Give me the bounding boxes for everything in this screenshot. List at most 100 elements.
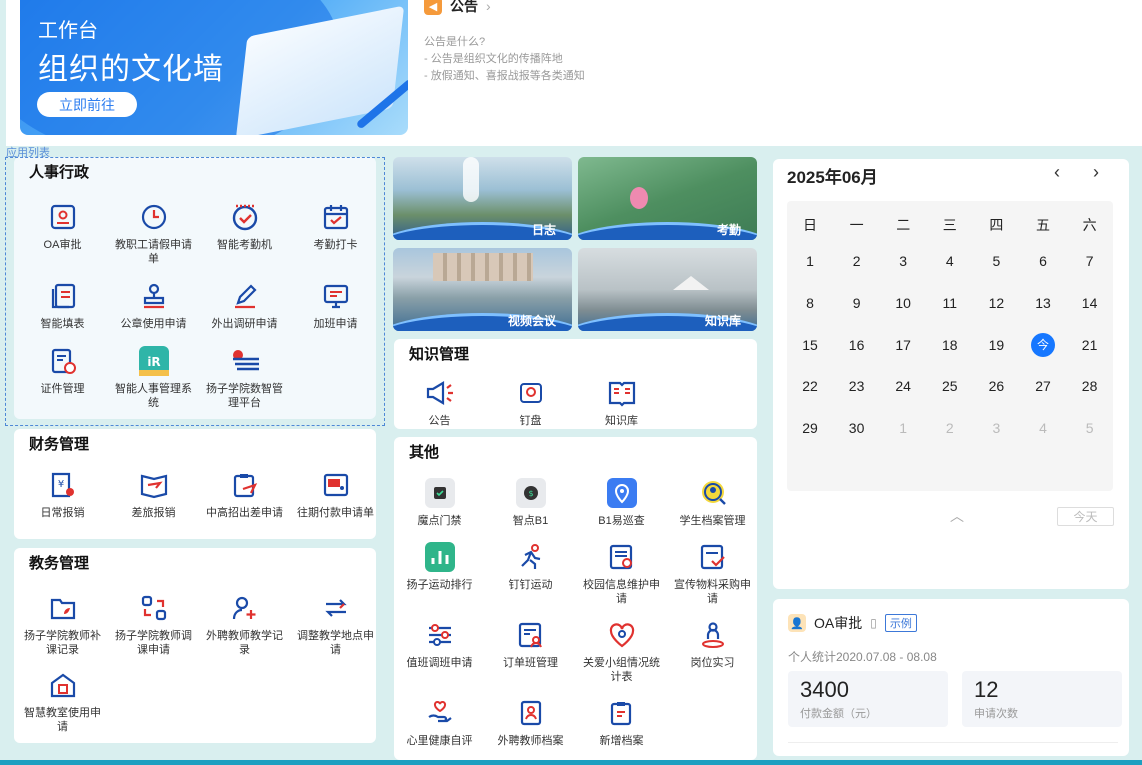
app-overtime[interactable]: 加班申请 <box>290 280 381 331</box>
calendar-day[interactable]: 27 <box>1020 378 1066 394</box>
app-announcement[interactable]: 公告 <box>394 377 485 428</box>
app-mental-health[interactable]: 心里健康自评 <box>394 697 485 748</box>
hr-admin-card: 人事行政 OA审批 教职工请假申请单 智能考勤机 考勤打卡 智能填表 公章使用申… <box>14 157 376 419</box>
app-new-archive[interactable]: 新增档案 <box>576 697 667 748</box>
app-external-teacher-record[interactable]: 外聘教师教学记录 <box>199 592 290 657</box>
tile-knowledge-base[interactable]: 知识库 <box>578 248 757 331</box>
app-smart-classroom[interactable]: 智慧教室使用申请 <box>17 669 108 734</box>
document-gear-icon <box>606 541 638 573</box>
calendar-day[interactable]: 24 <box>880 378 926 394</box>
app-label: 智点B1 <box>512 515 549 527</box>
app-campus-info[interactable]: 校园信息维护申请 <box>576 541 667 606</box>
calendar-day[interactable]: 9 <box>834 295 880 311</box>
calendar-day[interactable]: 12 <box>973 295 1019 311</box>
app-attendance-machine[interactable]: 智能考勤机 <box>199 201 290 266</box>
calendar-day[interactable]: 10 <box>880 295 926 311</box>
app-leave-request[interactable]: 教职工请假申请单 <box>108 201 199 266</box>
app-zhidian-b1[interactable]: $ 智点B1 <box>485 477 576 528</box>
ranking-bars-icon <box>424 541 456 573</box>
app-smart-hr-system[interactable]: iR 智能人事管理系统 <box>108 345 199 410</box>
app-makeup-class[interactable]: 扬子学院教师补课记录 <box>17 592 108 657</box>
app-student-archive[interactable]: 学生档案管理 <box>667 477 758 528</box>
app-daily-reimbursement[interactable]: ¥ 日常报销 <box>17 469 108 520</box>
calendar-day[interactable]: 11 <box>927 295 973 311</box>
app-outing-research[interactable]: 外出调研申请 <box>199 280 290 331</box>
weekday-label: 五 <box>1036 217 1050 233</box>
calendar-day[interactable]: 2 <box>834 253 880 269</box>
calendar-day[interactable]: 18 <box>927 337 973 353</box>
app-seal-usage[interactable]: 公章使用申请 <box>108 280 199 331</box>
app-label: 新增档案 <box>599 735 644 747</box>
app-modian-access[interactable]: 魔点门禁 <box>394 477 485 528</box>
plane-book-icon <box>138 469 170 501</box>
app-smart-form[interactable]: 智能填表 <box>17 280 108 331</box>
collapse-chevron-up-icon[interactable]: ︿ <box>950 506 964 526</box>
calendar-day[interactable]: 17 <box>880 337 926 353</box>
app-oa-approval[interactable]: OA审批 <box>17 201 108 266</box>
app-dingpan[interactable]: 钉盘 <box>485 377 576 428</box>
app-business-trip[interactable]: 中高招出差申请 <box>199 469 290 520</box>
app-knowledge-base[interactable]: 知识库 <box>576 377 667 428</box>
app-external-teacher-archive[interactable]: 外聘教师档案 <box>485 697 576 748</box>
calendar-day[interactable]: 13 <box>1020 295 1066 311</box>
app-travel-reimbursement[interactable]: 差旅报销 <box>108 469 199 520</box>
other-card: 其他 魔点门禁 $ 智点B1 B1易巡查 学生档案管理 扬子运动排行 钉钉运动 … <box>394 437 757 760</box>
calendar-day[interactable]: 26 <box>973 378 1019 394</box>
app-prior-payment[interactable]: 往期付款申请单 <box>290 469 381 520</box>
calendar-day[interactable]: 8 <box>787 295 833 311</box>
app-order-class[interactable]: 订单班管理 <box>485 619 576 684</box>
calendar-day[interactable]: 4 <box>927 253 973 269</box>
app-internship[interactable]: 岗位实习 <box>667 619 758 684</box>
app-sports-ranking[interactable]: 扬子运动排行 <box>394 541 485 606</box>
app-digital-platform[interactable]: 扬子学院数智管理平台 <box>199 345 290 410</box>
app-dingtalk-sports[interactable]: 钉钉运动 <box>485 541 576 606</box>
placeholder-box-icon: ▯ <box>870 616 877 630</box>
app-label: 智能考勤机 <box>217 239 272 251</box>
calendar-day-other-month[interactable]: 4 <box>1020 420 1066 436</box>
next-month-chevron-right-icon[interactable]: › <box>1093 162 1099 183</box>
calendar-day[interactable]: 22 <box>787 378 833 394</box>
tile-journal[interactable]: 日志 <box>393 157 572 240</box>
app-duty-swap[interactable]: 值班调班申请 <box>394 619 485 684</box>
chevron-right-icon[interactable]: › <box>486 0 491 14</box>
calendar-day[interactable]: 15 <box>787 337 833 353</box>
calendar-day-other-month[interactable]: 3 <box>973 420 1019 436</box>
culture-wall-banner[interactable]: 工作台 组织的文化墙 立即前往 <box>20 0 408 135</box>
go-now-button[interactable]: 立即前往 <box>37 92 137 117</box>
app-certificate[interactable]: 证件管理 <box>17 345 108 410</box>
prev-month-chevron-left-icon[interactable]: ‹ <box>1054 162 1060 183</box>
calendar-day[interactable]: 3 <box>880 253 926 269</box>
calendar-day[interactable]: 6 <box>1020 253 1066 269</box>
calendar-day[interactable]: 19 <box>973 337 1019 353</box>
app-clock-in[interactable]: 考勤打卡 <box>290 201 381 266</box>
calendar-day[interactable]: 23 <box>834 378 880 394</box>
app-care-group[interactable]: 关爱小组情况统计表 <box>576 619 667 684</box>
calendar-day[interactable]: 7 <box>1067 253 1113 269</box>
app-promo-purchase[interactable]: 宣传物料采购申请 <box>667 541 758 606</box>
example-tag[interactable]: 示例 <box>884 614 917 632</box>
calendar-day[interactable]: 5 <box>973 253 1019 269</box>
app-label: 公告 <box>428 415 451 427</box>
calendar-day[interactable]: 30 <box>834 420 880 436</box>
app-change-location[interactable]: 调整教学地点申请 <box>290 592 381 657</box>
app-b1-patrol[interactable]: B1易巡查 <box>576 477 667 528</box>
calendar-day-other-month[interactable]: 5 <box>1067 420 1113 436</box>
calendar-day[interactable]: 28 <box>1067 378 1113 394</box>
today-button[interactable]: 今天 <box>1057 507 1114 526</box>
calendar-day[interactable]: 16 <box>834 337 880 353</box>
calendar-day-other-month[interactable]: 2 <box>927 420 973 436</box>
tile-video-meeting[interactable]: 视频会议 <box>393 248 572 331</box>
platform-logo-icon <box>229 345 261 377</box>
app-class-swap[interactable]: 扬子学院教师调课申请 <box>108 592 199 657</box>
tile-attendance[interactable]: 考勤 <box>578 157 757 240</box>
calendar-day[interactable]: 25 <box>927 378 973 394</box>
calendar-day[interactable]: 29 <box>787 420 833 436</box>
calendar-day-other-month[interactable]: 1 <box>880 420 926 436</box>
calendar-day-today[interactable]: 今 <box>1020 332 1066 357</box>
calendar-day[interactable]: 1 <box>787 253 833 269</box>
notice-header[interactable]: ◀ 公告 › <box>424 0 491 16</box>
tile-label: 日志 <box>531 223 556 237</box>
notice-description: 公告是什么? - 公告是组织文化的传播阵地 - 放假通知、喜报战报等各类通知 <box>424 34 585 85</box>
calendar-day[interactable]: 14 <box>1067 295 1113 311</box>
calendar-day[interactable]: 21 <box>1067 337 1113 353</box>
